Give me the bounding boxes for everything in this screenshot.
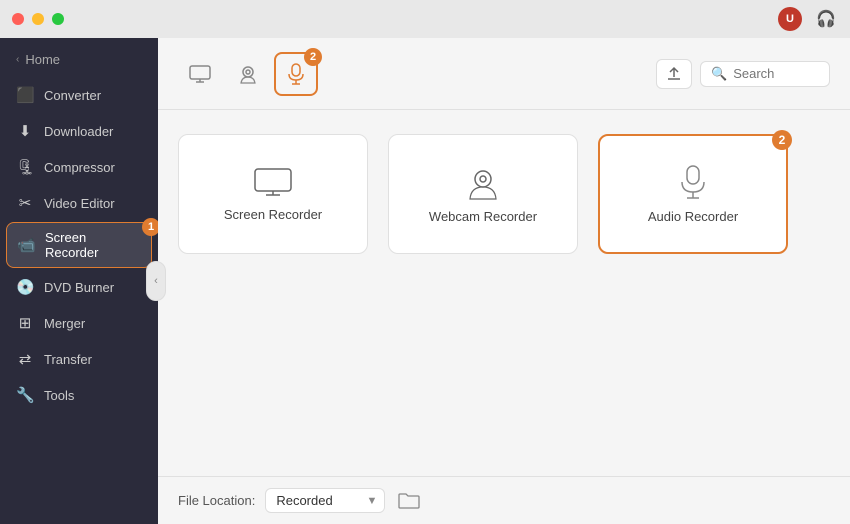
audio-tab-badge: 2 (304, 48, 322, 66)
sidebar-item-wrap-dvd-burner: 💿 DVD Burner (0, 270, 158, 304)
search-icon: 🔍 (711, 66, 727, 82)
card-label-webcam-recorder: Webcam Recorder (429, 209, 537, 224)
sidebar-item-transfer[interactable]: ⇄ Transfer (0, 342, 158, 376)
file-location-label: File Location: (178, 493, 255, 508)
sidebar-label-dvd-burner: DVD Burner (44, 280, 114, 295)
dvd-burner-icon: 💿 (16, 278, 34, 296)
cards-area: Screen Recorder Webcam Recorder 2 (158, 110, 850, 476)
file-location-select[interactable]: Recorded Documents Desktop Downloads (265, 488, 385, 513)
traffic-light-yellow[interactable] (32, 13, 44, 25)
card-audio-recorder[interactable]: 2 Audio Recorder (598, 134, 788, 254)
sidebar-label-compressor: Compressor (44, 160, 115, 175)
sidebar-label-transfer: Transfer (44, 352, 92, 367)
card-webcam-recorder[interactable]: Webcam Recorder (388, 134, 578, 254)
traffic-light-red[interactable] (12, 13, 24, 25)
traffic-light-green[interactable] (52, 13, 64, 25)
webcam-recorder-card-icon (465, 165, 501, 201)
title-bar: U 🎧 (0, 0, 850, 38)
search-input[interactable] (733, 66, 819, 81)
webcam-tab-icon (237, 63, 259, 85)
downloader-icon: ⬇ (16, 122, 34, 140)
sidebar-label-tools: Tools (44, 388, 74, 403)
sidebar-item-screen-recorder[interactable]: 📹 Screen Recorder (6, 222, 152, 268)
content-header: 2 🔍 (158, 38, 850, 110)
screen-recorder-icon: 📹 (17, 236, 35, 254)
sidebar-label-merger: Merger (44, 316, 85, 331)
tab-webcam-recorder[interactable] (226, 52, 270, 96)
headphone-icon[interactable]: 🎧 (814, 7, 838, 31)
compressor-icon: 🗜 (16, 158, 34, 176)
merger-icon: ⊞ (16, 314, 34, 332)
sidebar-item-video-editor[interactable]: ✂ Video Editor (0, 186, 158, 220)
sidebar-item-wrap-video-editor: ✂ Video Editor (0, 186, 158, 220)
folder-icon (398, 492, 420, 510)
screen-recorder-card-icon (253, 167, 293, 199)
screen-tab-icon (189, 65, 211, 83)
tab-icons: 2 (178, 52, 318, 96)
audio-tab-icon (287, 63, 305, 85)
main-layout: ‹ Home ⬛ Converter ⬇ Downloader 🗜 Compre… (0, 38, 850, 524)
video-editor-icon: ✂ (16, 194, 34, 212)
audio-card-badge: 2 (772, 130, 792, 150)
tools-icon: 🔧 (16, 386, 34, 404)
converter-icon: ⬛ (16, 86, 34, 104)
folder-button[interactable] (395, 487, 423, 515)
sidebar-label-video-editor: Video Editor (44, 196, 115, 211)
file-location-select-wrap: Recorded Documents Desktop Downloads ▼ (265, 488, 385, 513)
content-area: ‹ (158, 38, 850, 524)
transfer-icon: ⇄ (16, 350, 34, 368)
sidebar-item-wrap-screen-recorder: 📹 Screen Recorder 1 (0, 222, 158, 268)
upload-icon (666, 66, 682, 82)
card-label-audio-recorder: Audio Recorder (648, 209, 738, 224)
user-avatar[interactable]: U (778, 7, 802, 31)
sidebar-item-wrap-transfer: ⇄ Transfer (0, 342, 158, 376)
audio-recorder-card-icon (679, 165, 707, 201)
sidebar-item-dvd-burner[interactable]: 💿 DVD Burner (0, 270, 158, 304)
home-label: Home (25, 52, 60, 67)
card-screen-recorder[interactable]: Screen Recorder (178, 134, 368, 254)
sidebar: ‹ Home ⬛ Converter ⬇ Downloader 🗜 Compre… (0, 38, 158, 524)
card-label-screen-recorder: Screen Recorder (224, 207, 322, 222)
sidebar-label-downloader: Downloader (44, 124, 113, 139)
chevron-left-icon: ‹ (16, 54, 19, 65)
sidebar-home[interactable]: ‹ Home (0, 46, 158, 77)
sidebar-item-compressor[interactable]: 🗜 Compressor (0, 150, 158, 184)
search-box: 🔍 (700, 61, 830, 87)
header-right: 🔍 (656, 59, 830, 89)
sidebar-item-tools[interactable]: 🔧 Tools (0, 378, 158, 412)
sidebar-item-wrap-merger: ⊞ Merger (0, 306, 158, 340)
sidebar-item-downloader[interactable]: ⬇ Downloader (0, 114, 158, 148)
sidebar-item-merger[interactable]: ⊞ Merger (0, 306, 158, 340)
sidebar-label-screen-recorder: Screen Recorder (45, 230, 141, 260)
sidebar-item-wrap-compressor: 🗜 Compressor (0, 150, 158, 184)
sidebar-item-converter[interactable]: ⬛ Converter (0, 78, 158, 112)
content-footer: File Location: Recorded Documents Deskto… (158, 476, 850, 524)
tab-screen-recorder[interactable] (178, 52, 222, 96)
sidebar-item-wrap-downloader: ⬇ Downloader (0, 114, 158, 148)
sidebar-item-wrap-tools: 🔧 Tools (0, 378, 158, 412)
collapse-handle[interactable]: ‹ (146, 261, 166, 301)
upload-button[interactable] (656, 59, 692, 89)
sidebar-label-converter: Converter (44, 88, 101, 103)
sidebar-item-wrap-converter: ⬛ Converter (0, 78, 158, 112)
